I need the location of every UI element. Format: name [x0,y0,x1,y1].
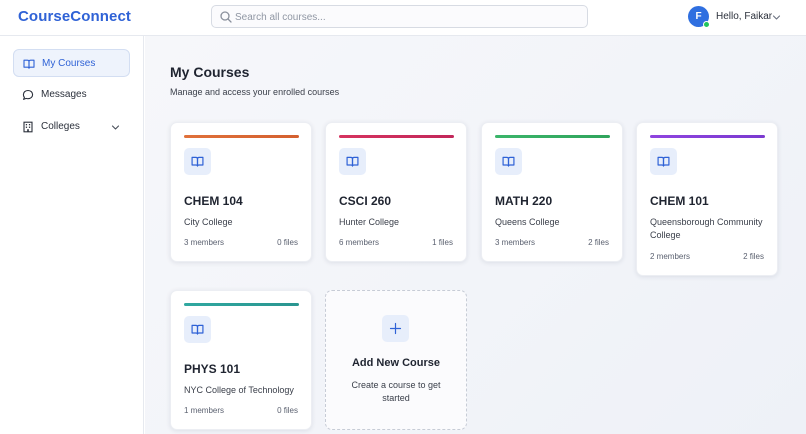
course-college: Queensborough Community College [650,217,763,240]
course-files: 1 files [432,238,453,247]
course-code: CHEM 101 [650,194,709,208]
course-college: NYC College of Technology [184,385,294,395]
book-icon [346,156,359,167]
plus-icon [389,322,402,335]
course-card-chem-104[interactable]: CHEM 104 City College 3 members 0 files [170,122,312,262]
page-subtitle: Manage and access your enrolled courses [170,87,340,97]
course-files: 2 files [743,252,764,261]
search-icon [220,11,232,23]
sidebar-item-colleges[interactable]: Colleges [13,113,130,141]
course-card-math-220[interactable]: MATH 220 Queens College 3 members 2 file… [481,122,623,262]
course-college: Queens College [495,217,560,227]
sidebar-item-messages[interactable]: Messages [13,81,130,109]
course-icon-box [495,148,522,175]
course-code: PHYS 101 [184,362,241,376]
user-greeting[interactable]: Hello, Faikar [716,11,772,22]
course-accent-bar [650,135,765,138]
course-accent-bar [184,135,299,138]
course-icon-box [650,148,677,175]
course-accent-bar [495,135,610,138]
course-accent-bar [339,135,454,138]
course-card-chem-101[interactable]: CHEM 101 Queensborough Community College… [636,122,778,276]
page-title: My Courses [170,64,250,80]
course-icon-box [339,148,366,175]
course-files: 2 files [588,238,609,247]
sidebar-item-label: My Courses [42,58,96,69]
course-icon-box [184,316,211,343]
sidebar-item-label: Colleges [41,121,80,132]
book-icon [657,156,670,167]
course-members: 6 members [339,238,380,247]
user-menu[interactable]: F Hello, Faikar [688,6,788,28]
sidebar-item-label: Messages [41,89,87,100]
course-files: 0 files [277,406,298,415]
sidebar-item-my-courses[interactable]: My Courses [13,49,130,77]
main-content: My Courses Manage and access your enroll… [145,36,806,434]
book-icon [191,156,204,167]
building-icon [23,121,33,133]
course-members: 3 members [184,238,225,247]
course-files: 0 files [277,238,298,247]
chevron-down-icon[interactable] [111,123,120,132]
course-card-csci-260[interactable]: CSCI 260 Hunter College 6 members 1 file… [325,122,467,262]
course-code: MATH 220 [495,194,553,208]
course-members: 1 members [184,406,225,415]
course-accent-bar [184,303,299,306]
course-college: Hunter College [339,217,400,227]
online-status-dot [703,21,710,28]
course-members: 2 members [650,252,691,261]
add-course-button[interactable] [382,315,409,342]
book-icon [502,156,515,167]
top-header: CourseConnect F Hello, Faikar [0,0,806,36]
chat-icon [22,89,34,100]
book-icon [191,324,204,335]
course-card-phys-101[interactable]: PHYS 101 NYC College of Technology 1 mem… [170,290,312,430]
course-code: CSCI 260 [339,194,392,208]
add-course-description: Create a course to get started [351,380,441,403]
chevron-down-icon[interactable] [772,13,781,22]
course-icon-box [184,148,211,175]
book-icon [23,59,35,69]
search-input[interactable] [235,8,575,26]
app-logo[interactable]: CourseConnect [18,8,131,25]
course-code: CHEM 104 [184,194,243,208]
add-course-title: Add New Course [351,357,440,369]
course-college: City College [184,217,233,227]
course-members: 3 members [495,238,536,247]
search-bar[interactable] [211,5,588,28]
add-new-course-card[interactable]: Add New Course Create a course to get st… [325,290,467,430]
sidebar: My Courses Messages Colleges [0,36,144,434]
